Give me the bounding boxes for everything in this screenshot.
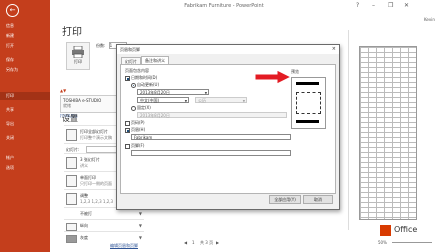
slides-icon	[66, 129, 77, 141]
nav-item-close[interactable]: 关闭	[6, 134, 48, 142]
page-title: 打印	[62, 27, 82, 38]
setting-sub: 只打印一侧的页面	[80, 181, 112, 186]
printer-status: 就绪	[63, 103, 71, 108]
language-select[interactable]: 中文(中国) ▼	[137, 97, 189, 103]
grayscale-icon	[66, 235, 77, 243]
auto-update-radio[interactable]	[131, 83, 136, 88]
nav-item-new[interactable]: 新建	[6, 32, 48, 40]
chevron-down-icon: ▼	[204, 91, 207, 95]
chevron-down-icon: ▼	[138, 235, 142, 240]
footer-input[interactable]	[131, 150, 291, 156]
zoom-level: 50%	[378, 240, 387, 245]
print-preview-page	[348, 30, 425, 230]
nav-item-open[interactable]: 打开	[6, 42, 48, 50]
preview-content-area	[296, 92, 321, 114]
apply-all-button[interactable]: 全部应用(Y)	[269, 195, 301, 204]
nav-item-export[interactable]: 导出	[6, 120, 48, 128]
chevron-down-icon: ▼	[138, 211, 142, 216]
date-time-label: 日期和时间(D)	[131, 75, 158, 80]
callout-arrow-icon	[255, 70, 291, 84]
fixed-radio[interactable]	[131, 106, 136, 111]
edit-header-footer-link[interactable]: 编辑页眉和页脚	[110, 243, 138, 249]
footer-checkbox[interactable]	[125, 144, 130, 149]
help-icon[interactable]: ?	[356, 2, 359, 9]
window-title: Fabrikam Furniture - PowerPoint	[184, 3, 264, 9]
page-number-checkbox[interactable]	[125, 121, 130, 126]
nav-item-save[interactable]: 保存	[6, 56, 48, 64]
layout-preview	[291, 77, 326, 129]
dialog-panel: 页面包含内容 日期和时间(D) 自动更新(U) 2013年8月20日 ▼ 中文(…	[120, 64, 336, 194]
setting-sub: 1,2,3 1,2,3 1,2,3	[80, 199, 114, 204]
chevron-down-icon: ▼	[184, 99, 187, 103]
handout-grid	[359, 46, 417, 220]
language-value: 中文(中国)	[140, 98, 160, 103]
setting-title: 灰度	[80, 235, 88, 240]
handout-icon	[66, 157, 77, 169]
chevron-down-icon: ▼	[138, 223, 142, 228]
print-button-label: 打印	[74, 59, 82, 64]
setting-sub: 打印整个演示文稿	[80, 135, 112, 140]
setting-title: 不被打	[80, 211, 92, 216]
preview-header-bar	[296, 82, 319, 85]
header-checkbox[interactable]	[125, 128, 130, 133]
close-icon[interactable]: ×	[332, 45, 336, 54]
page-current[interactable]: 1	[192, 240, 195, 245]
section-label: 页面包含内容	[125, 68, 149, 73]
zoom-slider[interactable]	[392, 242, 432, 243]
page-total: 共 3 页	[200, 240, 214, 245]
title-bar: Fabrikam Furniture - PowerPoint ? – ❐ ✕ …	[0, 0, 448, 22]
nav-item-account[interactable]: 帐户	[6, 154, 48, 162]
footer-label: 页脚(F)	[131, 143, 145, 148]
setting-sub: 讲义	[80, 163, 88, 168]
printer-section-label: ▲▼	[60, 88, 67, 93]
header-label: 页眉(H)	[131, 127, 146, 132]
next-page-button[interactable]: ▶	[216, 240, 219, 245]
setting-title: 纵向	[80, 223, 88, 228]
close-window-button[interactable]: ✕	[404, 2, 409, 9]
page-number-label: 页码(P)	[131, 120, 145, 125]
date-format-select[interactable]: 2013年8月20日 ▼	[137, 89, 209, 95]
nav-item-info[interactable]: 信息	[6, 22, 48, 30]
nav-item-options[interactable]: 选项	[6, 164, 48, 172]
office-logo-icon	[380, 225, 391, 236]
print-button[interactable]: 打印	[66, 42, 90, 70]
status-bar: ◀ 1 共 3 页 ▶ 50%	[160, 238, 448, 252]
preview-footer-bar	[296, 120, 319, 123]
dialog-title: 页眉和页脚	[117, 45, 339, 54]
cancel-button[interactable]: 取消	[303, 195, 333, 204]
single-side-icon	[66, 175, 77, 187]
header-footer-dialog: 页眉和页脚 × 幻灯片 备注和讲义 页面包含内容 日期和时间(D) 自动更新(U…	[116, 44, 340, 210]
nav-item-save-as[interactable]: 另存为	[6, 66, 48, 74]
office-brand: Office	[394, 225, 418, 234]
collate-icon	[66, 193, 77, 205]
auto-update-label: 自动更新(U)	[137, 82, 160, 87]
settings-heading: 设置	[62, 114, 78, 123]
nav-item-print[interactable]: 打印	[0, 92, 50, 100]
date-time-checkbox[interactable]	[125, 76, 130, 81]
preview-label: 预览	[291, 69, 299, 74]
header-input[interactable]: Fabrikam	[131, 134, 291, 140]
backstage-sidebar: ← 信息 新建 打开 保存 另存为 打印 共享 导出 关闭 帐户 选项	[0, 0, 50, 252]
calendar-value: 公历	[198, 98, 206, 103]
minimize-button[interactable]: –	[372, 2, 375, 9]
prev-page-button[interactable]: ◀	[184, 240, 187, 245]
printer-icon	[72, 45, 84, 59]
printer-select[interactable]: TOSHIBA e-STUDIO 就绪	[60, 95, 122, 113]
back-arrow-icon[interactable]: ←	[6, 4, 19, 17]
copies-label: 份数:	[96, 43, 106, 48]
fixed-label: 固定(X)	[137, 105, 151, 110]
fixed-date-input[interactable]: 2013年8月20日	[137, 112, 287, 118]
portrait-icon	[66, 223, 77, 231]
calendar-select[interactable]: 公历 ▼	[195, 97, 247, 103]
chevron-down-icon: ▼	[242, 99, 245, 103]
date-format-value: 2013年8月20日	[140, 90, 170, 95]
nav-item-share[interactable]: 共享	[6, 106, 48, 114]
restore-button[interactable]: ❐	[388, 2, 393, 9]
